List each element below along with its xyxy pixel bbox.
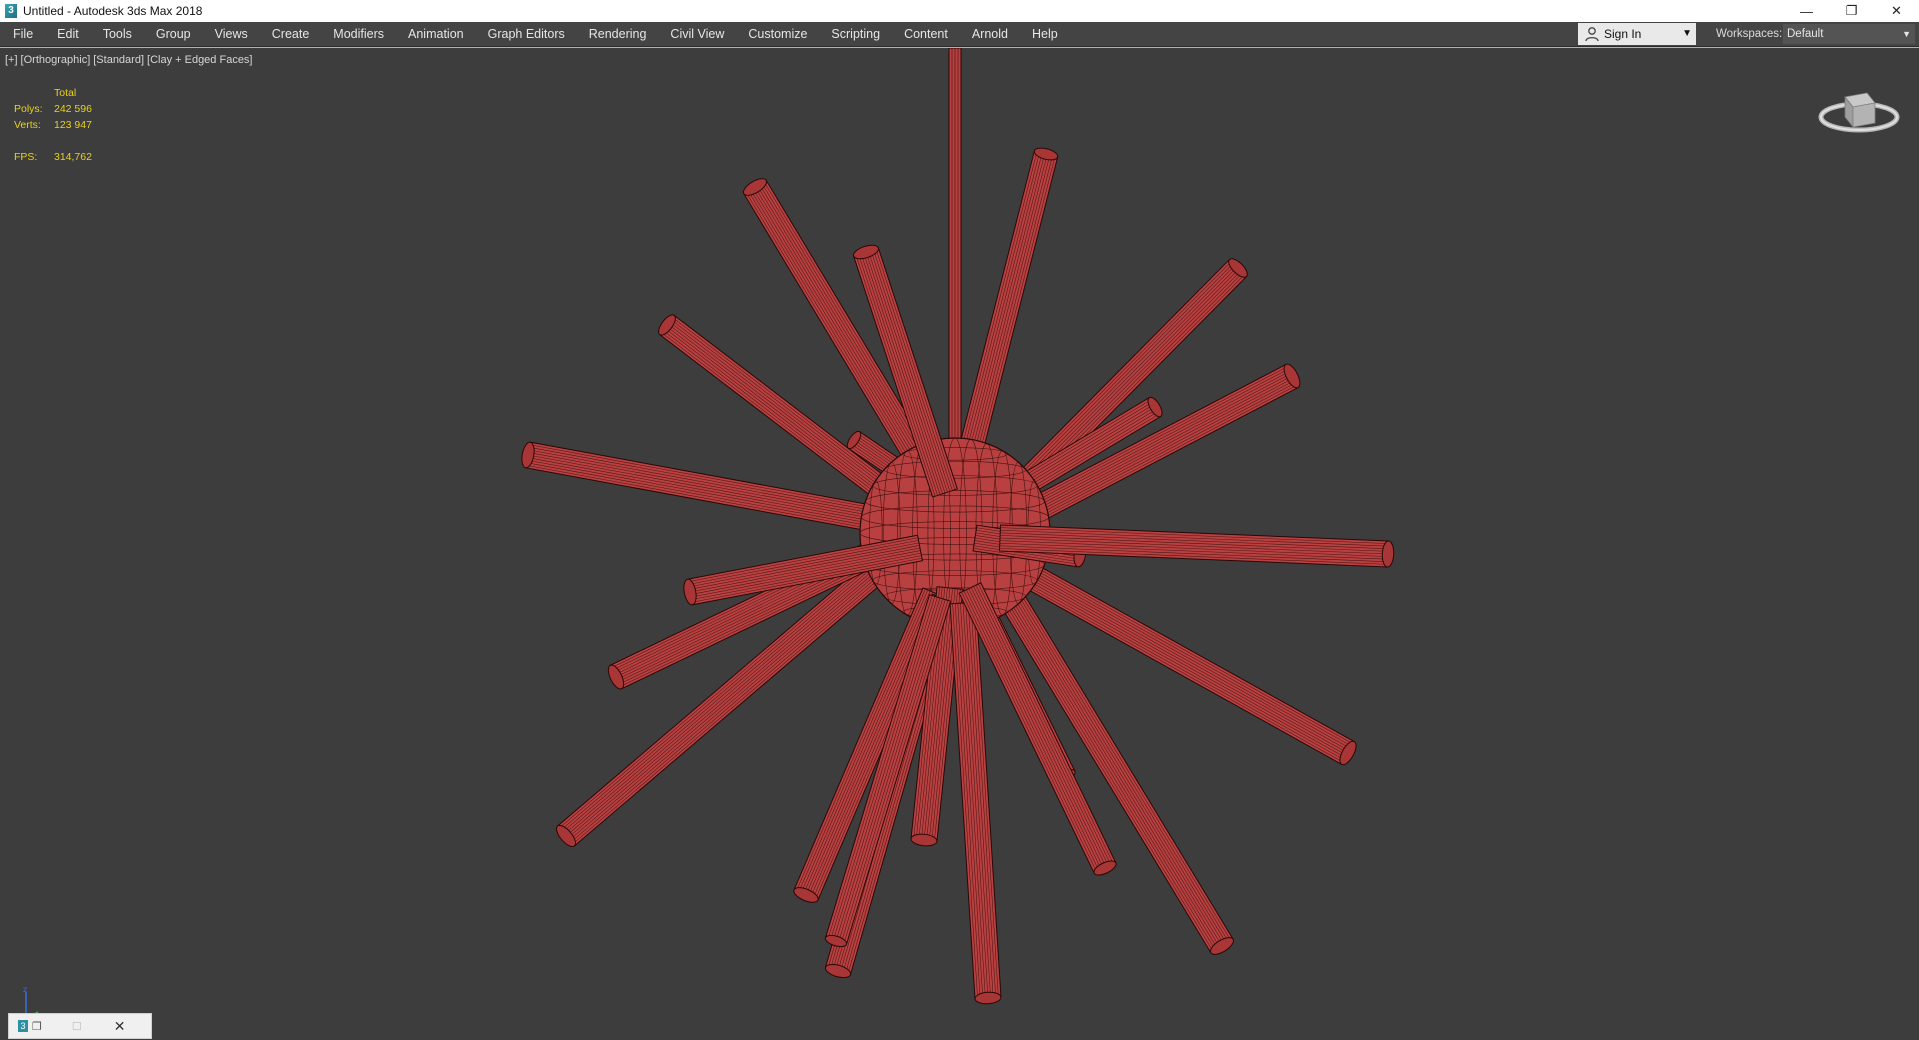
workspace-dropdown[interactable]: Default ▼	[1783, 24, 1915, 44]
sea-urchin-model[interactable]	[0, 48, 1919, 1040]
menu-customize[interactable]: Customize	[736, 22, 819, 46]
menu-scripting[interactable]: Scripting	[819, 22, 892, 46]
close-button[interactable]: ✕	[1874, 0, 1919, 22]
menu-edit[interactable]: Edit	[45, 22, 91, 46]
statistics-overlay: Total Polys: 242 596 Verts: 123 947 FPS: 31…	[14, 85, 92, 165]
menu-rendering[interactable]: Rendering	[577, 22, 659, 46]
polys-value: 242 596	[54, 103, 92, 115]
menu-views[interactable]: Views	[203, 22, 260, 46]
menu-tools[interactable]: Tools	[91, 22, 144, 46]
hanging-rod	[948, 48, 962, 459]
menu-arnold[interactable]: Arnold	[960, 22, 1020, 46]
viewport-label: [+] [Orthographic] [Standard] [Clay + Ed…	[5, 54, 253, 66]
minimized-document-tab[interactable]: 3 ❐ ☐ ✕	[8, 1013, 152, 1039]
close-icon: ✕	[1891, 3, 1902, 18]
menu-file[interactable]: File	[0, 22, 45, 46]
menu-bar: File Edit Tools Group Views Create Modif…	[0, 22, 1919, 47]
restore-icon: ❐	[1845, 3, 1858, 18]
sign-in-button[interactable]: Sign In ▼	[1578, 23, 1696, 45]
maximize-icon[interactable]: ☐	[72, 1020, 82, 1033]
menu-help[interactable]: Help	[1020, 22, 1070, 46]
menu-modifiers[interactable]: Modifiers	[321, 22, 396, 46]
verts-label: Verts:	[14, 119, 41, 131]
viewport-shading-standard[interactable]: [Standard]	[93, 54, 144, 66]
chevron-down-icon: ▼	[1682, 28, 1692, 39]
title-bar: 3 Untitled - Autodesk 3ds Max 2018 — ❐ ✕	[0, 0, 1919, 22]
perspective-viewport[interactable]: [+] [Orthographic] [Standard] [Clay + Ed…	[0, 47, 1919, 1040]
verts-value: 123 947	[54, 119, 92, 131]
window-title: Untitled - Autodesk 3ds Max 2018	[23, 4, 203, 18]
menu-content[interactable]: Content	[892, 22, 960, 46]
restore-icon[interactable]: ❐	[32, 1020, 42, 1033]
minimize-icon: —	[1800, 3, 1813, 19]
viewport-display-mode[interactable]: [Clay + Edged Faces]	[147, 54, 252, 66]
menu-group[interactable]: Group	[144, 22, 203, 46]
workspace-value: Default	[1787, 28, 1824, 40]
viewport-point-of-view[interactable]: [Orthographic]	[21, 54, 91, 66]
app-logo-icon[interactable]: 3	[5, 4, 17, 18]
spike-cylinder-2	[952, 147, 1059, 477]
stats-header: Total	[54, 87, 77, 99]
fps-value: 314,762	[54, 151, 92, 163]
minimize-button[interactable]: —	[1784, 0, 1829, 22]
close-icon[interactable]: ✕	[114, 1018, 126, 1035]
app-logo-icon: 3	[18, 1020, 28, 1032]
sign-in-label: Sign In	[1604, 27, 1642, 41]
axis-z-label: z	[23, 985, 27, 994]
viewport-menu-plus[interactable]: [+]	[5, 54, 18, 66]
menu-create[interactable]: Create	[260, 22, 322, 46]
spike-cylinder-1	[742, 178, 942, 486]
menu-animation[interactable]: Animation	[396, 22, 476, 46]
polys-label: Polys:	[14, 103, 43, 115]
fps-label: FPS:	[14, 151, 38, 163]
viewcube-icon[interactable]	[1817, 81, 1901, 141]
chevron-down-icon: ▼	[1902, 29, 1911, 39]
menu-graph-editors[interactable]: Graph Editors	[476, 22, 577, 46]
user-icon	[1585, 27, 1599, 42]
spike-cylinder-9	[1017, 560, 1357, 766]
restore-button[interactable]: ❐	[1829, 0, 1874, 22]
menu-civil-view[interactable]: Civil View	[658, 22, 736, 46]
workspaces-label: Workspaces:	[1716, 28, 1783, 40]
